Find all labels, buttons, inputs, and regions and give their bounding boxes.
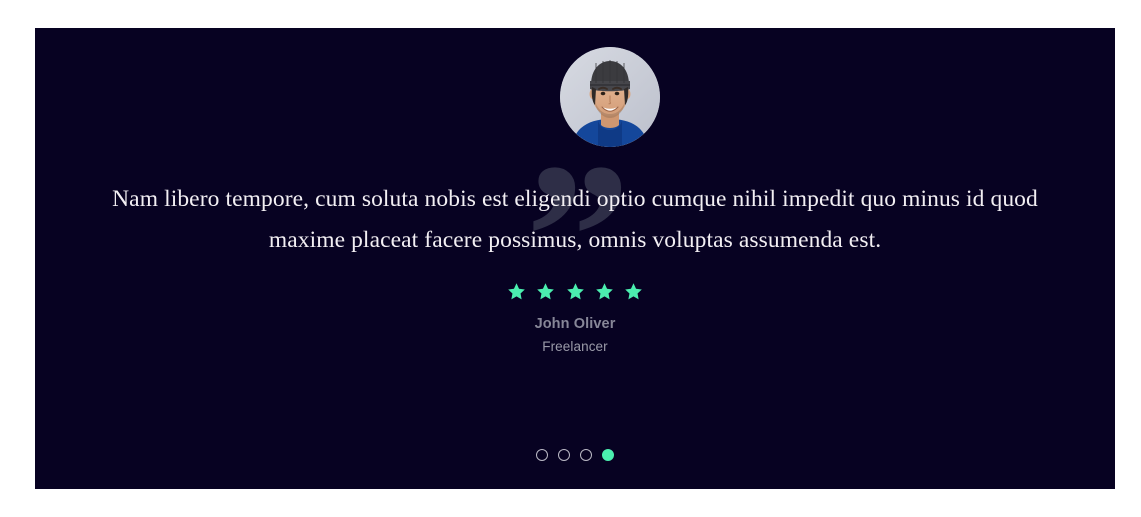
rating-stars xyxy=(35,282,1115,306)
pagination-dot-2[interactable] xyxy=(558,449,570,461)
pagination-dot-4[interactable] xyxy=(602,449,614,461)
star-icon xyxy=(595,282,614,301)
star-icon xyxy=(507,282,526,301)
avatar-photo-icon xyxy=(560,47,660,147)
star-icon xyxy=(566,282,585,301)
author-role: Freelancer xyxy=(542,339,608,354)
star-icon xyxy=(624,282,643,301)
testimonial-quote: Nam libero tempore, cum soluta nobis est… xyxy=(112,186,1038,253)
carousel-pagination xyxy=(35,449,1115,461)
page-root: ” Nam libero tempore, cum soluta nobis e… xyxy=(0,0,1141,517)
star-icon xyxy=(536,282,555,301)
avatar-image xyxy=(560,47,660,147)
testimonial-panel: ” Nam libero tempore, cum soluta nobis e… xyxy=(35,28,1115,489)
pagination-dot-1[interactable] xyxy=(536,449,548,461)
avatar xyxy=(560,47,660,147)
pagination-dot-3[interactable] xyxy=(580,449,592,461)
author-name: John Oliver xyxy=(534,316,616,332)
